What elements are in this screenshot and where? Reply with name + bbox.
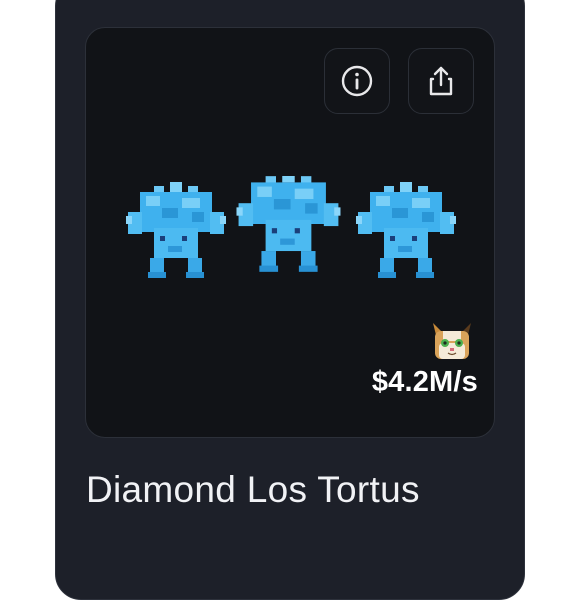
diamond-tortus-trio-image <box>126 176 456 278</box>
earnings-rate-label: $4.2M/s <box>371 366 478 398</box>
cat-avatar-icon <box>433 323 471 359</box>
item-card[interactable]: $4.2M/s Diamond Los Tortus <box>55 0 525 600</box>
item-image-panel: $4.2M/s <box>85 27 495 438</box>
info-icon <box>341 65 373 97</box>
share-icon <box>429 66 453 96</box>
share-button[interactable] <box>408 48 474 114</box>
info-button[interactable] <box>324 48 390 114</box>
item-title: Diamond Los Tortus <box>86 469 420 510</box>
